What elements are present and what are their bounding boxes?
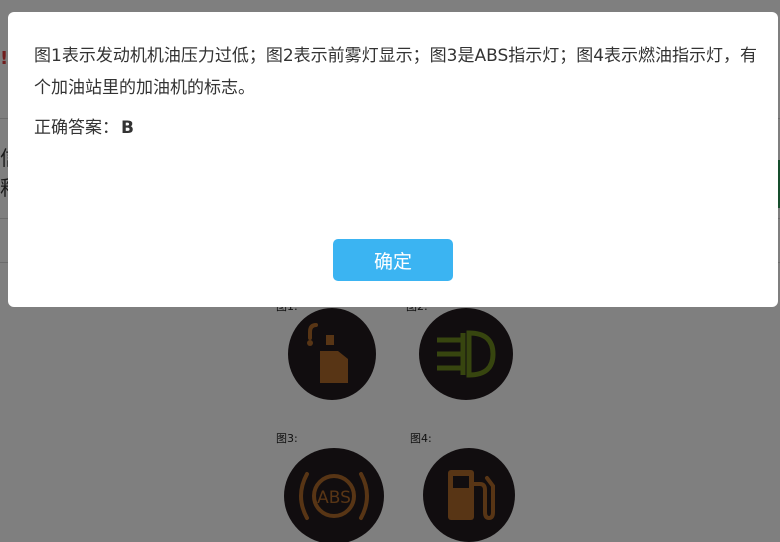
confirm-button[interactable]: 确定 <box>333 239 453 281</box>
correct-answer-value: B <box>121 118 134 138</box>
answer-dialog: 图1表示发动机机油压力过低；图2表示前雾灯显示；图3是ABS指示灯；图4表示燃油… <box>8 12 778 307</box>
correct-answer: 正确答案： B <box>34 114 134 142</box>
correct-answer-label: 正确答案： <box>34 118 119 138</box>
answer-explanation: 图1表示发动机机油压力过低；图2表示前雾灯显示；图3是ABS指示灯；图4表示燃油… <box>34 46 758 98</box>
